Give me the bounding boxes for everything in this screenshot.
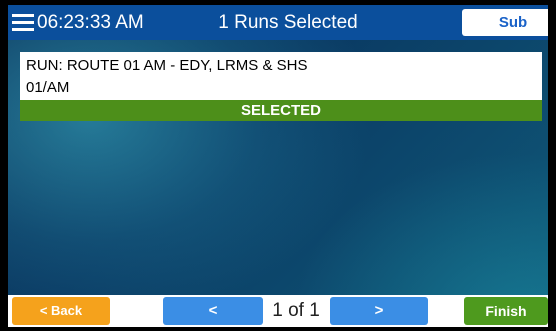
selected-status-bar: SELECTED xyxy=(20,100,542,121)
run-code: 01/AM xyxy=(26,79,70,96)
page-indicator: 1 of 1 xyxy=(272,300,320,321)
device-frame: 06:23:33 AM 1 Runs Selected Sub RUN: ROU… xyxy=(0,0,556,331)
sub-button[interactable]: Sub xyxy=(462,9,548,36)
run-list-item[interactable]: RUN: ROUTE 01 AM - EDY, LRMS & SHS 01/AM xyxy=(20,52,542,100)
finish-button[interactable]: Finish xyxy=(464,297,548,325)
top-bar: 06:23:33 AM 1 Runs Selected Sub xyxy=(8,5,548,40)
previous-page-button[interactable]: < xyxy=(163,297,263,325)
next-page-button[interactable]: > xyxy=(330,297,428,325)
hamburger-menu-icon[interactable] xyxy=(12,14,34,31)
app-screen: 06:23:33 AM 1 Runs Selected Sub RUN: ROU… xyxy=(8,5,548,327)
page-title: 1 Runs Selected xyxy=(218,12,358,33)
back-button[interactable]: < Back xyxy=(12,297,110,325)
clock-time: 06:23:33 AM xyxy=(37,12,144,33)
bottom-toolbar: < Back < 1 of 1 > Finish xyxy=(8,295,548,327)
run-name: RUN: ROUTE 01 AM - EDY, LRMS & SHS xyxy=(26,57,308,74)
